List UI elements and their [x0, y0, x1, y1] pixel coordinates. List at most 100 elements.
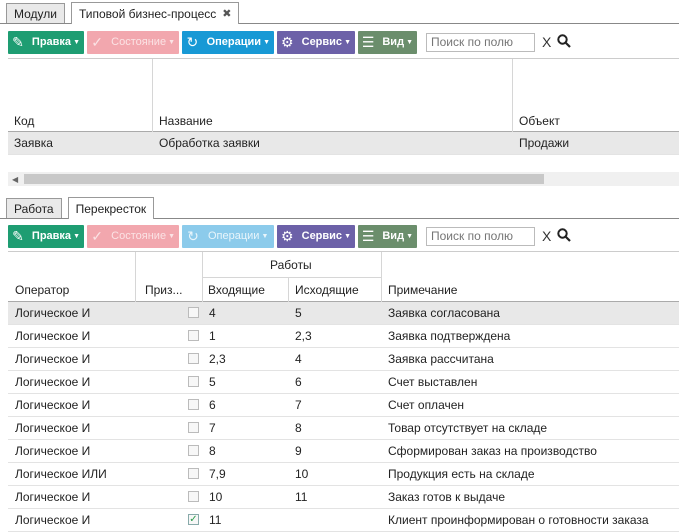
- cell-note: Продукция есть на складе: [388, 467, 535, 481]
- table-row[interactable]: Заявка Обработка заявки Продажи: [8, 132, 679, 155]
- cell-note: Клиент проинформирован о готовности зака…: [388, 513, 649, 527]
- scroll-left-icon[interactable]: ◀: [12, 175, 18, 184]
- table-row[interactable]: Логическое ИЛИ 7,9 10 Продукция есть на скл…: [8, 463, 679, 486]
- toolbar-top: ✎ Правка ▼ ✓ Состояние ▼ ↻ Операции ▼ ⚙ Сервис ▼…: [0, 28, 679, 56]
- flag-checkbox[interactable]: [188, 376, 199, 387]
- module-tabs: Модули Типовой бизнес-процесс ✖: [0, 2, 679, 24]
- cell-incoming: 7: [209, 421, 216, 435]
- table-row[interactable]: Логическое И 7 8 Товар отсутствует на склад…: [8, 417, 679, 440]
- flag-checkbox[interactable]: ✓: [188, 514, 199, 525]
- flag-checkbox[interactable]: [188, 353, 199, 364]
- list-icon: ☰: [361, 33, 375, 50]
- cell-operator: Логическое И: [15, 490, 91, 504]
- search-input[interactable]: [426, 226, 535, 246]
- cell-outgoing: 5: [295, 306, 302, 320]
- detail-tabs: Работа Перекресток: [0, 197, 679, 219]
- table-row[interactable]: Логическое И 1 2,3 Заявка подтверждена: [8, 325, 679, 348]
- cell-operator: Логическое И: [15, 375, 91, 389]
- tab-work[interactable]: Работа: [6, 198, 62, 218]
- operations-button[interactable]: ↻ Операции ▼: [182, 30, 274, 54]
- crossroad-grid: Оператор Приз... Работы Входящие Исходящ…: [8, 251, 679, 532]
- cell-outgoing: 11: [295, 490, 308, 504]
- search-icon[interactable]: [557, 33, 572, 51]
- table-row[interactable]: Логическое И 4 5 Заявка согласована: [8, 302, 679, 325]
- col-incoming[interactable]: Входящие: [208, 283, 265, 297]
- gear-icon: ⚙: [281, 33, 294, 50]
- table-row[interactable]: Логическое И ✓ 11 Клиент проинформирован о …: [8, 509, 679, 532]
- close-icon[interactable]: ✖: [222, 7, 231, 20]
- cell-operator: Логическое И: [15, 306, 91, 320]
- grid-header: Оператор Приз... Работы Входящие Исходящ…: [8, 252, 679, 302]
- tab-modules[interactable]: Модули: [6, 3, 65, 23]
- cell-outgoing: 8: [295, 421, 302, 435]
- cell-operator: Логическое И: [15, 352, 91, 366]
- cell-outgoing: 4: [295, 352, 302, 366]
- flag-checkbox[interactable]: [188, 468, 199, 479]
- col-object[interactable]: Объект: [519, 114, 560, 128]
- col-note[interactable]: Примечание: [388, 283, 457, 297]
- cell-incoming: 11: [209, 513, 222, 527]
- table-row[interactable]: Логическое И 5 6 Счет выставлен: [8, 371, 679, 394]
- tab-business-process[interactable]: Типовой бизнес-процесс ✖: [70, 2, 240, 24]
- service-button[interactable]: ⚙ Сервис ▼: [277, 30, 355, 54]
- cell-object: Продажи: [519, 136, 570, 150]
- flag-checkbox[interactable]: [188, 422, 199, 433]
- horizontal-scrollbar[interactable]: ◀: [8, 172, 679, 186]
- operations-button: ↻ Операции ▼: [182, 224, 274, 248]
- flag-checkbox[interactable]: [188, 307, 199, 318]
- col-operator[interactable]: Оператор: [15, 283, 69, 297]
- cell-code: Заявка: [14, 136, 53, 150]
- table-row[interactable]: Логическое И 2,3 4 Заявка рассчитана: [8, 348, 679, 371]
- cell-operator: Логическое И: [15, 513, 91, 527]
- cell-note: Товар отсутствует на складе: [388, 421, 548, 435]
- cell-name: Обработка заявки: [159, 136, 260, 150]
- cell-operator: Логическое И: [15, 444, 91, 458]
- view-button[interactable]: ☰ Вид ▼: [358, 30, 417, 54]
- cell-note: Заказ готов к выдаче: [388, 490, 505, 504]
- flag-checkbox[interactable]: [188, 399, 199, 410]
- clear-search-button[interactable]: X: [542, 228, 551, 244]
- tab-crossroad[interactable]: Перекресток: [67, 197, 155, 219]
- edit-button[interactable]: ✎ Правка ▼: [8, 30, 84, 54]
- col-outgoing[interactable]: Исходящие: [295, 283, 359, 297]
- cell-outgoing: 7: [295, 398, 302, 412]
- cell-note: Счет выставлен: [388, 375, 478, 389]
- cell-incoming: 5: [209, 375, 216, 389]
- tab-label: Перекресток: [75, 201, 147, 216]
- table-row[interactable]: Логическое И 8 9 Сформирован заказ на произ…: [8, 440, 679, 463]
- table-row[interactable]: Логическое И 6 7 Счет оплачен: [8, 394, 679, 417]
- cell-incoming: 7,9: [209, 467, 226, 481]
- col-code[interactable]: Код: [14, 114, 34, 128]
- tab-label: Модули: [14, 6, 57, 21]
- tab-label: Типовой бизнес-процесс: [78, 6, 217, 21]
- cell-note: Сформирован заказ на производство: [388, 444, 597, 458]
- refresh-icon: ↻: [187, 227, 199, 244]
- cell-operator: Логическое И: [15, 329, 91, 343]
- pencil-icon: ✎: [12, 227, 24, 244]
- table-body: Логическое И 4 5 Заявка согласована Логическ…: [8, 302, 679, 532]
- view-button[interactable]: ☰ Вид ▼: [358, 224, 417, 248]
- scrollbar-thumb[interactable]: [24, 174, 544, 184]
- refresh-icon: ↻: [186, 33, 199, 50]
- clear-search-button[interactable]: X: [542, 34, 551, 50]
- col-name[interactable]: Название: [159, 114, 213, 128]
- flag-checkbox[interactable]: [188, 491, 199, 502]
- flag-checkbox[interactable]: [188, 330, 199, 341]
- table-row[interactable]: Логическое И 10 11 Заказ готов к выдаче: [8, 486, 679, 509]
- service-button[interactable]: ⚙ Сервис ▼: [277, 224, 355, 248]
- grid-header: Код Название Объект: [8, 59, 679, 132]
- col-flag[interactable]: Приз...: [145, 283, 183, 297]
- flag-checkbox[interactable]: [188, 445, 199, 456]
- cell-incoming: 4: [209, 306, 216, 320]
- search-input[interactable]: [426, 32, 535, 52]
- process-grid: Код Название Объект Заявка Обработка зая…: [8, 58, 679, 158]
- cell-note: Заявка рассчитана: [388, 352, 494, 366]
- cell-note: Заявка подтверждена: [388, 329, 511, 343]
- search-icon[interactable]: [557, 227, 572, 245]
- cell-operator: Логическое ИЛИ: [15, 467, 107, 481]
- cell-incoming: 8: [209, 444, 216, 458]
- cell-note: Заявка согласована: [388, 306, 500, 320]
- cell-incoming: 2,3: [209, 352, 226, 366]
- edit-button[interactable]: ✎ Правка ▼: [8, 224, 84, 248]
- cell-operator: Логическое И: [15, 398, 91, 412]
